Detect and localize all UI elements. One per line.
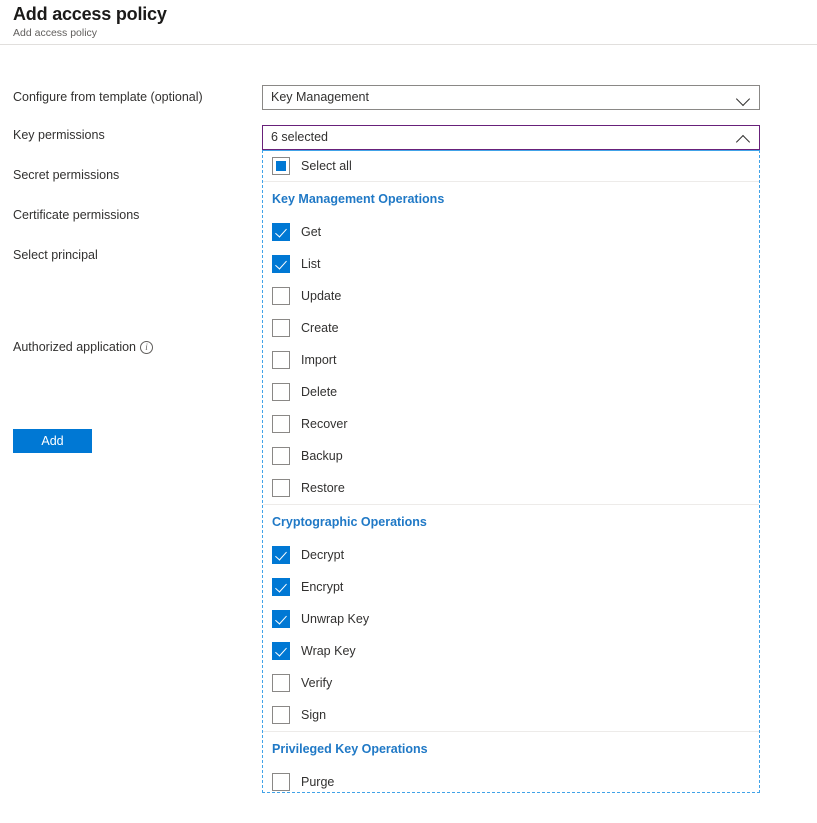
- option-row[interactable]: Delete: [263, 376, 759, 408]
- option-label: Create: [301, 321, 339, 335]
- option-label: Purge: [301, 775, 335, 789]
- checkbox-icon[interactable]: [272, 447, 290, 465]
- chevron-up-icon: [737, 131, 751, 145]
- option-section-header: Key Management Operations: [272, 192, 445, 206]
- option-sections: Key Management Operations Get List Update Cr…: [263, 182, 759, 798]
- page-subtitle: Add access policy: [13, 27, 98, 39]
- checkbox-icon[interactable]: [272, 706, 290, 724]
- label-configure-from-template: Configure from template (optional): [13, 90, 203, 104]
- key-permissions-dropdown[interactable]: 6 selected: [262, 125, 760, 150]
- checkbox-icon[interactable]: [272, 255, 290, 273]
- authorized-application-text: Authorized application: [13, 340, 136, 354]
- option-label: Restore: [301, 481, 345, 495]
- option-label: Wrap Key: [301, 644, 356, 658]
- checkbox-icon[interactable]: [272, 578, 290, 596]
- option-row[interactable]: Purge: [263, 766, 759, 798]
- key-permissions-selected-value: 6 selected: [271, 130, 328, 144]
- page-header: Add access policy Add access policy: [0, 0, 817, 45]
- option-label: Encrypt: [301, 580, 344, 594]
- key-permissions-options-panel: Select all Key Management Operations Get L…: [262, 150, 760, 793]
- chevron-down-icon: [737, 91, 751, 105]
- option-label: Verify: [301, 676, 333, 690]
- add-button[interactable]: Add: [13, 429, 92, 453]
- configure-from-template-dropdown[interactable]: Key Management: [262, 85, 760, 110]
- checkbox-icon[interactable]: [272, 287, 290, 305]
- option-row[interactable]: Update: [263, 280, 759, 312]
- label-select-principal: Select principal: [13, 248, 98, 262]
- option-row[interactable]: Import: [263, 344, 759, 376]
- option-row[interactable]: Encrypt: [263, 571, 759, 603]
- option-label: Import: [301, 353, 337, 367]
- checkbox-icon[interactable]: [272, 546, 290, 564]
- option-section-header: Cryptographic Operations: [272, 515, 427, 529]
- checkbox-icon-select-all[interactable]: [272, 157, 290, 175]
- checkbox-icon[interactable]: [272, 610, 290, 628]
- label-secret-permissions: Secret permissions: [13, 168, 120, 182]
- checkbox-icon[interactable]: [272, 642, 290, 660]
- info-icon[interactable]: i: [140, 341, 153, 354]
- template-selected-value: Key Management: [271, 90, 369, 104]
- option-label: Decrypt: [301, 548, 345, 562]
- option-row[interactable]: Unwrap Key: [263, 603, 759, 635]
- option-row[interactable]: Wrap Key: [263, 635, 759, 667]
- option-row[interactable]: Sign: [263, 699, 759, 731]
- option-label: Get: [301, 225, 322, 239]
- option-label: Backup: [301, 449, 343, 463]
- option-row[interactable]: Create: [263, 312, 759, 344]
- option-row[interactable]: Decrypt: [263, 539, 759, 571]
- option-label: Unwrap Key: [301, 612, 370, 626]
- option-row[interactable]: Restore: [263, 472, 759, 504]
- checkbox-icon[interactable]: [272, 319, 290, 337]
- option-section-header: Privileged Key Operations: [272, 742, 428, 756]
- checkbox-icon[interactable]: [272, 674, 290, 692]
- checkbox-icon[interactable]: [272, 383, 290, 401]
- checkbox-icon[interactable]: [272, 351, 290, 369]
- option-select-all[interactable]: Select all: [263, 151, 759, 181]
- option-label: Sign: [301, 708, 327, 722]
- option-row[interactable]: Backup: [263, 440, 759, 472]
- checkbox-icon[interactable]: [272, 415, 290, 433]
- label-certificate-permissions: Certificate permissions: [13, 208, 140, 222]
- option-label: Update: [301, 289, 342, 303]
- option-label: Recover: [301, 417, 348, 431]
- option-row[interactable]: Recover: [263, 408, 759, 440]
- checkbox-icon[interactable]: [272, 773, 290, 791]
- option-label: Delete: [301, 385, 338, 399]
- label-authorized-application: Authorized application i: [13, 340, 153, 354]
- option-label: List: [301, 257, 321, 271]
- page-title: Add access policy: [13, 4, 167, 24]
- checkbox-icon[interactable]: [272, 479, 290, 497]
- option-row[interactable]: Get: [263, 216, 759, 248]
- option-label: Select all: [301, 159, 352, 173]
- option-row[interactable]: Verify: [263, 667, 759, 699]
- checkbox-icon[interactable]: [272, 223, 290, 241]
- label-key-permissions: Key permissions: [13, 128, 105, 142]
- option-row[interactable]: List: [263, 248, 759, 280]
